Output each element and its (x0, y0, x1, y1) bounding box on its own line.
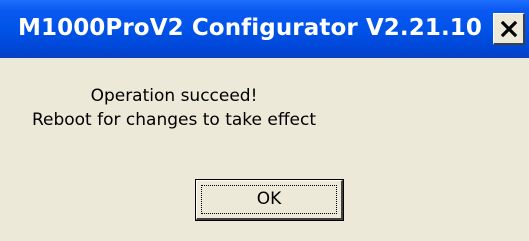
title-bar[interactable]: M1000ProV2 Configurator V2.21.10 (0, 0, 529, 58)
message-dialog: M1000ProV2 Configurator V2.21.10 Operati… (0, 0, 529, 241)
window-title: M1000ProV2 Configurator V2.21.10 (18, 15, 482, 41)
message-line-1: Operation succeed! (90, 86, 258, 106)
ok-button-label: OK (256, 189, 282, 209)
ok-button[interactable]: OK (195, 179, 344, 221)
close-button[interactable] (493, 13, 525, 45)
dialog-message: Operation succeed! Reboot for changes to… (0, 84, 348, 132)
message-line-2: Reboot for changes to take effect (31, 110, 317, 130)
close-icon (501, 21, 517, 37)
